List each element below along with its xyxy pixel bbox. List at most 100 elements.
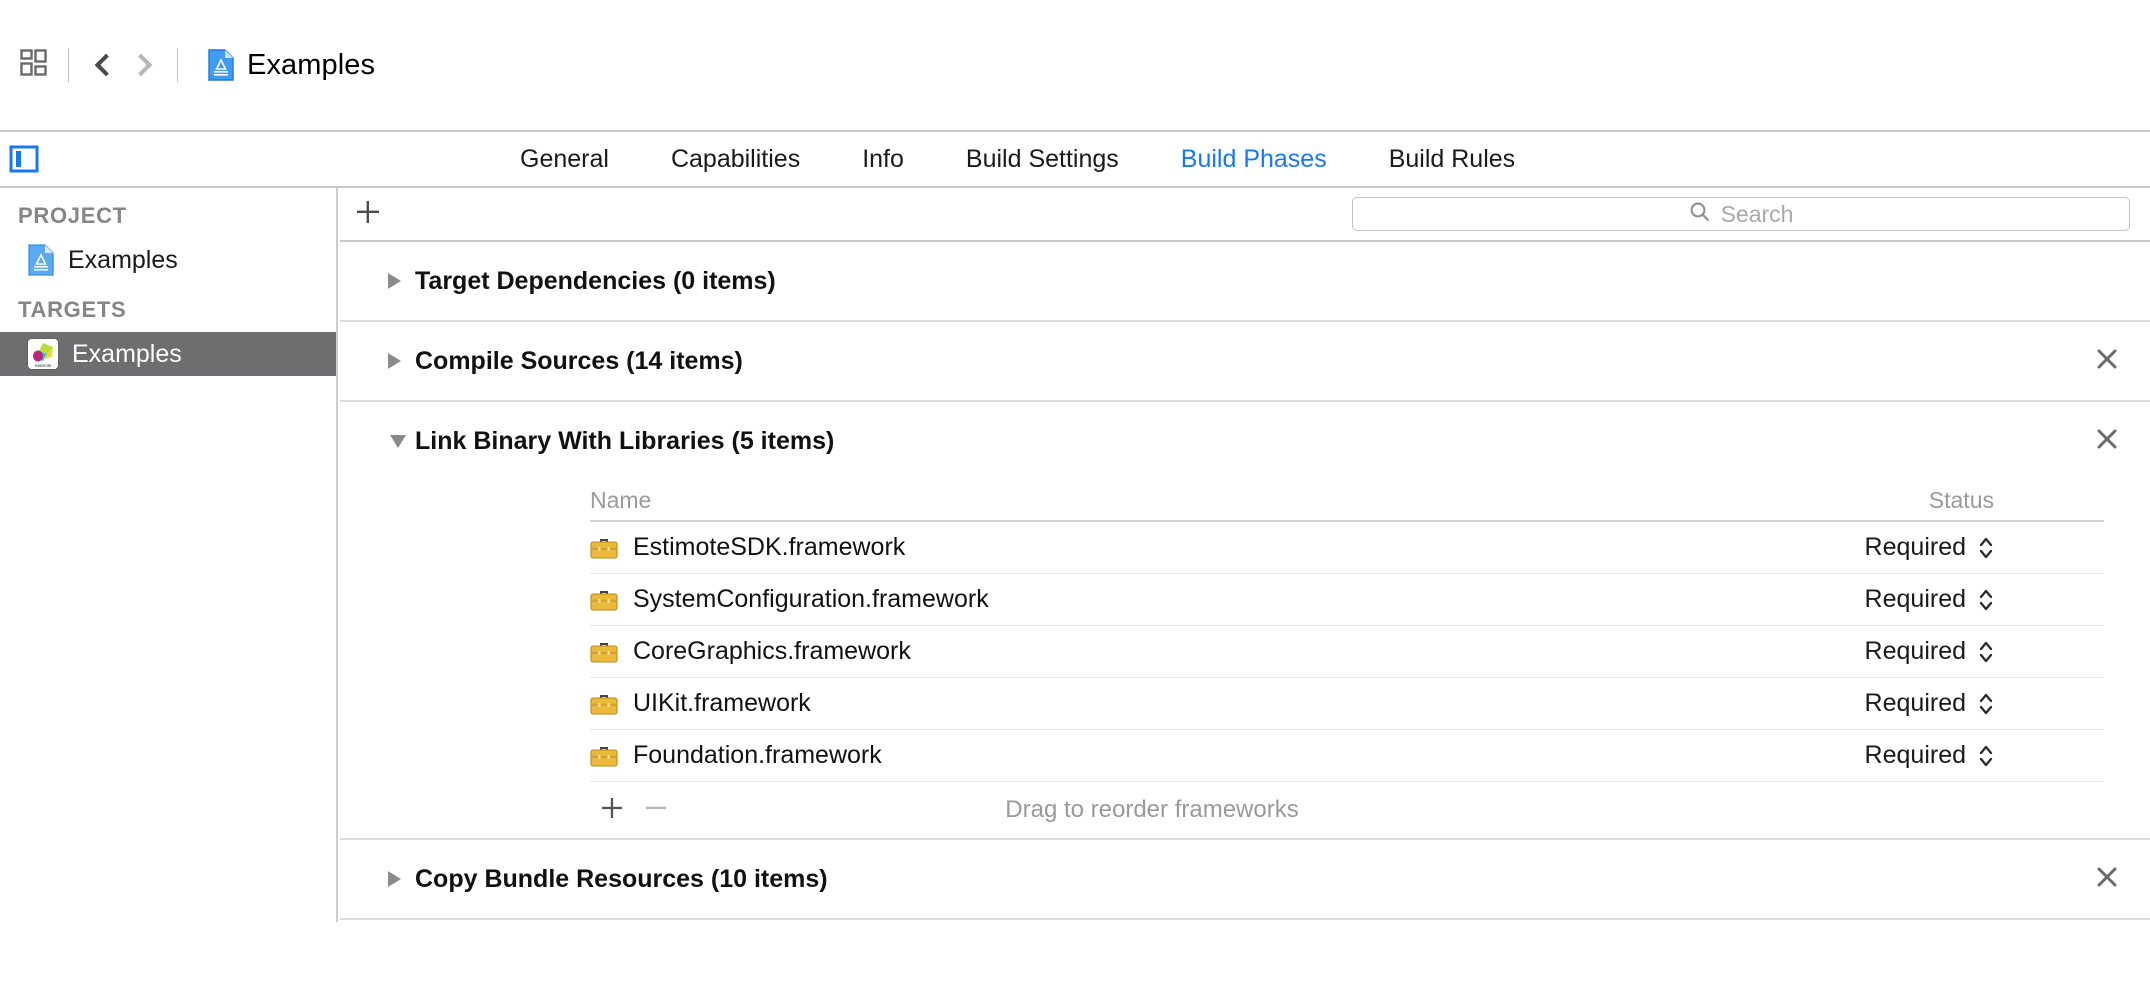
drag-reorder-hint: Drag to reorder frameworks <box>1005 796 1299 823</box>
tab-list: General Capabilities Info Build Settings… <box>520 132 1515 186</box>
framework-status: Required <box>1864 741 1966 769</box>
build-phase-compile-sources: Compile Sources (14 items) <box>340 322 2150 402</box>
framework-briefcase-icon <box>590 536 618 560</box>
framework-name-cell: UIKit.framework <box>590 689 1854 718</box>
framework-briefcase-icon <box>590 744 618 768</box>
disclosure-triangle-icon[interactable] <box>388 871 401 887</box>
plus-icon <box>355 199 381 230</box>
framework-status-cell[interactable]: Required <box>1854 741 2104 770</box>
table-header-row: Name Status <box>590 480 2104 522</box>
table-row[interactable]: CoreGraphics.framework Required <box>590 626 2104 678</box>
xcode-project-document-icon <box>28 244 54 276</box>
minus-icon <box>644 796 668 825</box>
framework-status: Required <box>1864 689 1966 717</box>
framework-status: Required <box>1864 637 1966 665</box>
phase-header[interactable]: Copy Bundle Resources (10 items) <box>340 840 2150 918</box>
framework-name-cell: CoreGraphics.framework <box>590 637 1854 666</box>
build-phase-target-dependencies: Target Dependencies (0 items) <box>340 242 2150 322</box>
framework-status: Required <box>1864 533 1966 561</box>
frameworks-table-container: Name Status EstimoteSDK.framework Requir… <box>340 480 2150 838</box>
navigator-toggle-icon[interactable] <box>9 145 39 173</box>
status-stepper-icon[interactable] <box>1978 639 1994 665</box>
tab-build-phases[interactable]: Build Phases <box>1181 145 1327 174</box>
phase-header[interactable]: Link Binary With Libraries (5 items) <box>340 402 2150 480</box>
frameworks-table: Name Status EstimoteSDK.framework Requir… <box>590 480 2104 838</box>
framework-name: EstimoteSDK.framework <box>633 533 906 561</box>
xcode-project-document-icon <box>208 49 234 81</box>
grid-squares-icon <box>20 48 48 82</box>
search-input[interactable]: Search <box>1352 197 2130 231</box>
phase-title: Copy Bundle Resources (10 items) <box>415 864 828 893</box>
framework-name-cell: Foundation.framework <box>590 741 1854 770</box>
status-stepper-icon[interactable] <box>1978 535 1994 561</box>
phase-header[interactable]: Compile Sources (14 items) <box>340 322 2150 400</box>
remove-phase-button[interactable] <box>2092 426 2122 456</box>
status-stepper-icon[interactable] <box>1978 743 1994 769</box>
build-phase-copy-bundle-resources: Copy Bundle Resources (10 items) <box>340 840 2150 920</box>
phase-header[interactable]: Target Dependencies (0 items) <box>340 242 2150 320</box>
sidebar-item-target-examples[interactable]: estimote Examples <box>0 332 336 376</box>
framework-briefcase-icon <box>590 588 618 612</box>
toolbar-divider-2 <box>177 48 178 82</box>
framework-status: Required <box>1864 585 1966 613</box>
build-phases-editor: Search Target Dependencies (0 items) Com… <box>340 188 2150 1000</box>
breadcrumb-label: Examples <box>247 48 376 81</box>
sidebar-item-label: Examples <box>68 245 178 274</box>
plus-icon <box>600 796 624 825</box>
forward-button[interactable] <box>123 43 163 87</box>
column-header-status: Status <box>1928 487 1994 513</box>
remove-framework-button[interactable] <box>634 788 678 832</box>
remove-phase-button[interactable] <box>2092 864 2122 894</box>
framework-status-cell[interactable]: Required <box>1854 637 2104 666</box>
disclosure-triangle-icon[interactable] <box>388 353 401 369</box>
phase-title: Target Dependencies (0 items) <box>415 266 776 295</box>
table-row[interactable]: EstimoteSDK.framework Required <box>590 522 2104 574</box>
search-placeholder: Search <box>1720 200 1794 227</box>
framework-name: Foundation.framework <box>633 741 882 769</box>
remove-phase-button[interactable] <box>2092 346 2122 376</box>
sidebar-item-project-examples[interactable]: Examples <box>0 238 336 282</box>
close-icon <box>2095 347 2119 376</box>
tab-build-settings[interactable]: Build Settings <box>966 145 1119 174</box>
status-stepper-icon[interactable] <box>1978 587 1994 613</box>
column-header-name: Name <box>590 487 652 513</box>
toolbar: Examples <box>0 0 2150 130</box>
table-row[interactable]: SystemConfiguration.framework Required <box>590 574 2104 626</box>
scheme-grid-button[interactable] <box>14 45 54 85</box>
phase-title: Compile Sources (14 items) <box>415 346 743 375</box>
tab-build-rules[interactable]: Build Rules <box>1389 145 1515 174</box>
add-build-phase-button[interactable] <box>340 187 396 241</box>
build-phase-link-binary-with-libraries: Link Binary With Libraries (5 items) Nam… <box>340 402 2150 840</box>
project-targets-sidebar: PROJECT Examples TARGETS estimote Exampl… <box>0 188 338 922</box>
breadcrumb[interactable]: Examples <box>208 49 375 82</box>
tab-capabilities[interactable]: Capabilities <box>671 145 800 174</box>
framework-name: CoreGraphics.framework <box>633 637 911 665</box>
chevron-left-icon <box>94 53 117 77</box>
search-icon <box>1689 201 1711 228</box>
framework-name-cell: EstimoteSDK.framework <box>590 533 1854 562</box>
framework-briefcase-icon <box>590 692 618 716</box>
svg-text:estimote: estimote <box>35 363 52 368</box>
status-stepper-icon[interactable] <box>1978 691 1994 717</box>
table-row[interactable]: UIKit.framework Required <box>590 678 2104 730</box>
disclosure-triangle-icon[interactable] <box>388 273 401 289</box>
phase-title: Link Binary With Libraries (5 items) <box>415 426 835 455</box>
target-editor-tabbar: General Capabilities Info Build Settings… <box>0 130 2150 188</box>
tab-info[interactable]: Info <box>862 145 904 174</box>
back-button[interactable] <box>83 43 123 87</box>
sidebar-group-targets: TARGETS <box>18 297 127 322</box>
table-row[interactable]: Foundation.framework Required <box>590 730 2104 782</box>
tab-general[interactable]: General <box>520 145 609 174</box>
framework-name-cell: SystemConfiguration.framework <box>590 585 1854 614</box>
sidebar-group-project: PROJECT <box>18 203 127 228</box>
close-icon <box>2095 865 2119 894</box>
framework-status-cell[interactable]: Required <box>1854 689 2104 718</box>
framework-name: UIKit.framework <box>633 689 811 717</box>
disclosure-triangle-icon[interactable] <box>390 434 406 448</box>
estimote-app-icon: estimote <box>28 339 58 369</box>
sidebar-item-label: Examples <box>72 339 182 368</box>
add-framework-button[interactable] <box>590 788 634 832</box>
framework-status-cell[interactable]: Required <box>1854 585 2104 614</box>
build-phases-toolbar: Search <box>340 188 2150 242</box>
framework-status-cell[interactable]: Required <box>1854 533 2104 562</box>
